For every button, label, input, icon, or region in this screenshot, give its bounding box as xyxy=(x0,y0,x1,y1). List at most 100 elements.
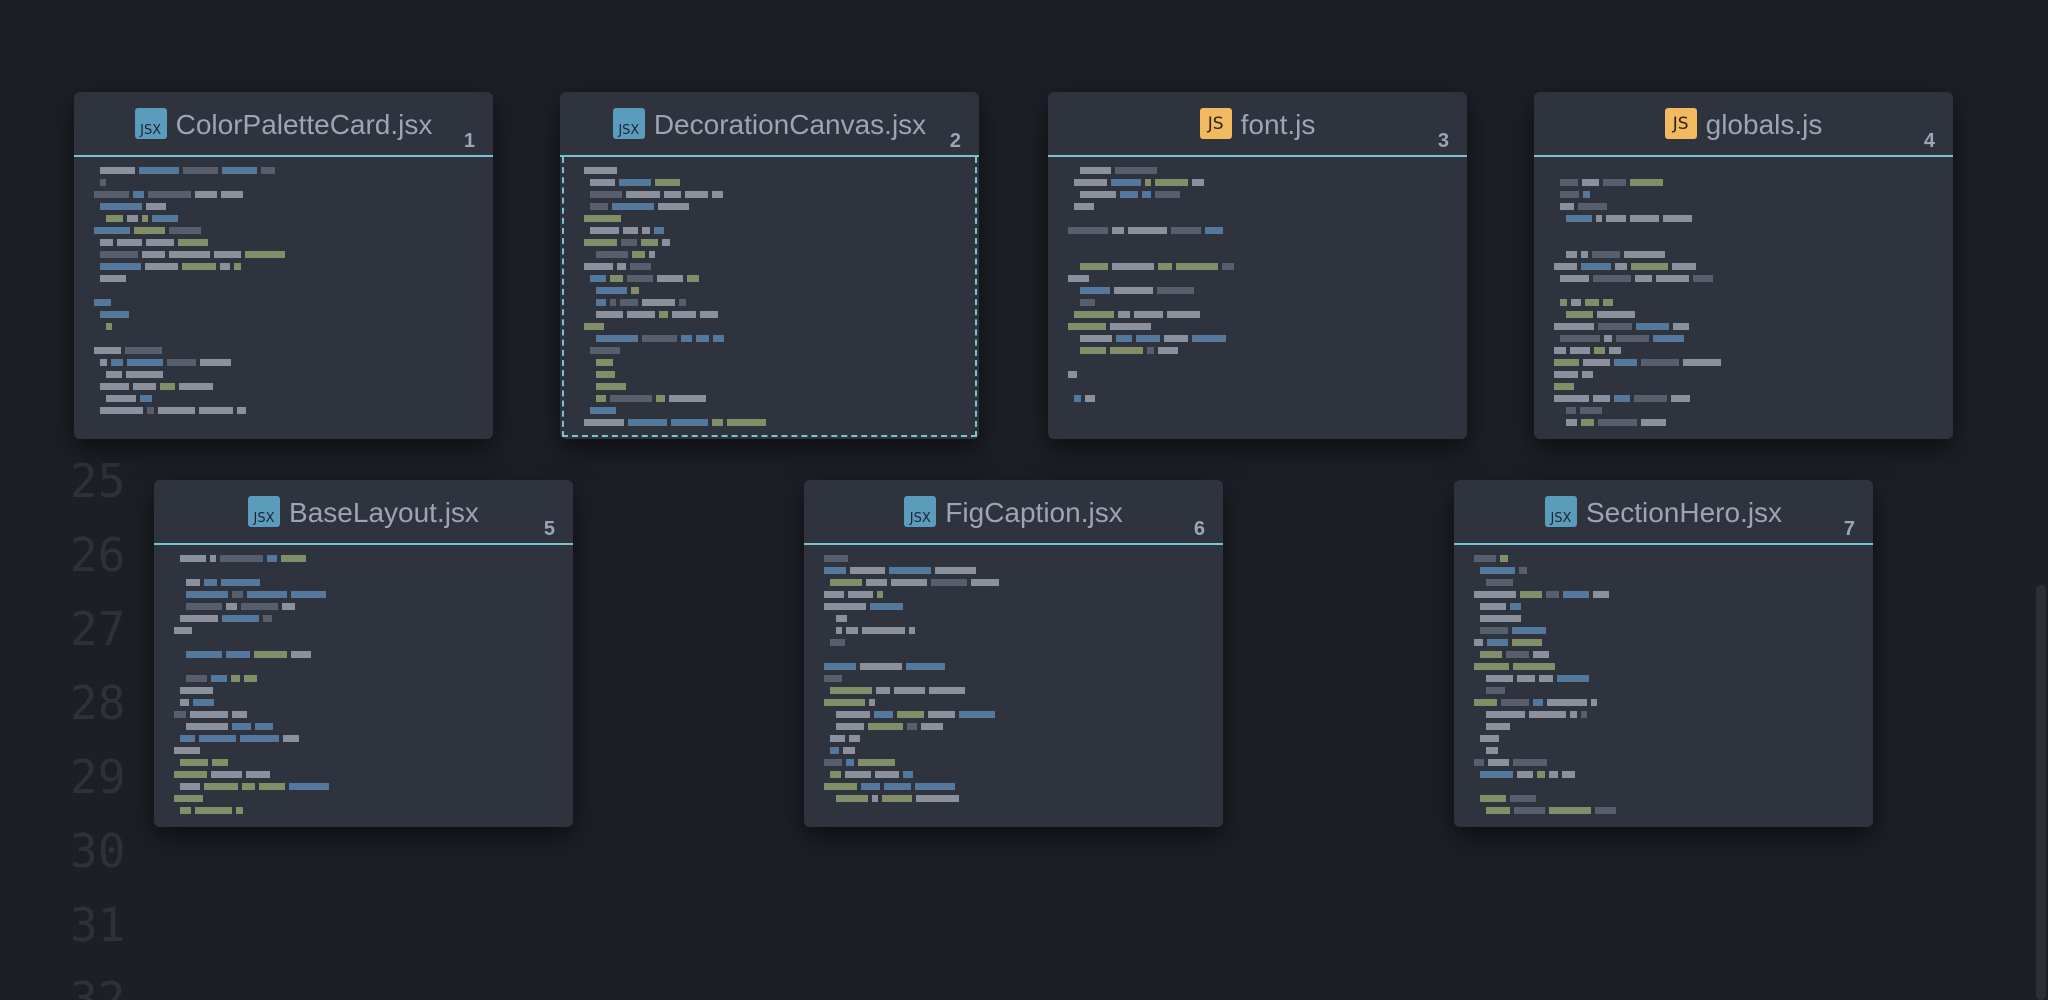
code-token xyxy=(1080,335,1112,342)
window-title: ColorPaletteCard.jsx xyxy=(175,108,433,140)
code-token xyxy=(1656,275,1689,282)
code-token xyxy=(631,287,639,294)
code-token xyxy=(169,251,210,258)
code-token xyxy=(199,735,236,742)
code-token xyxy=(590,227,619,234)
code-token xyxy=(626,191,660,198)
jsx-file-icon: JSX xyxy=(248,496,281,527)
code-token xyxy=(848,591,873,598)
code-token xyxy=(174,711,186,718)
code-token xyxy=(1582,371,1593,378)
code-token xyxy=(1115,167,1157,174)
code-token xyxy=(1474,591,1516,598)
code-token xyxy=(282,603,295,610)
code-token xyxy=(1480,627,1508,634)
code-token xyxy=(1593,395,1610,402)
code-token xyxy=(1566,251,1577,258)
code-token xyxy=(891,579,927,586)
code-token xyxy=(100,407,143,414)
code-token xyxy=(596,311,623,318)
code-token xyxy=(1631,263,1668,270)
code-token xyxy=(1112,227,1124,234)
code-token xyxy=(214,251,241,258)
code-token xyxy=(1158,263,1172,270)
code-token xyxy=(186,579,200,586)
code-token xyxy=(100,239,113,246)
code-token xyxy=(127,215,138,222)
window-number: 4 xyxy=(1923,130,1935,152)
code-token xyxy=(210,555,216,562)
code-token xyxy=(1672,263,1696,270)
code-token xyxy=(220,263,230,270)
code-token xyxy=(180,687,213,694)
code-token xyxy=(1176,263,1218,270)
code-token xyxy=(617,263,626,270)
code-token xyxy=(1614,395,1630,402)
code-token xyxy=(596,395,606,402)
jsx-file-icon: JSX xyxy=(134,108,167,139)
window-card-decorationcanvas[interactable]: JSX DecorationCanvas.jsx 2 xyxy=(560,92,979,439)
code-token xyxy=(1635,275,1652,282)
code-token xyxy=(1512,627,1546,634)
window-card-sectionhero[interactable]: JSX SectionHero.jsx 7 xyxy=(1454,480,1873,827)
code-token xyxy=(1192,335,1226,342)
vertical-scrollbar[interactable] xyxy=(2034,0,2048,1000)
code-token xyxy=(596,371,615,378)
code-token xyxy=(830,735,845,742)
code-token xyxy=(830,639,845,646)
code-token xyxy=(178,239,208,246)
code-token xyxy=(1486,687,1505,694)
code-token xyxy=(1554,383,1574,390)
line-number: 32 xyxy=(70,972,126,1000)
code-token xyxy=(696,335,709,342)
code-token xyxy=(876,687,890,694)
window-card-font[interactable]: JS font.js 3 xyxy=(1048,92,1467,439)
code-token xyxy=(1068,371,1077,378)
code-token xyxy=(1513,663,1555,670)
code-token xyxy=(180,807,191,814)
code-token xyxy=(1118,311,1130,318)
code-token xyxy=(1080,347,1106,354)
code-token xyxy=(174,771,207,778)
scrollbar-thumb[interactable] xyxy=(2036,585,2046,1000)
code-token xyxy=(1474,699,1497,706)
window-card-figcaption[interactable]: JSX FigCaption.jsx 6 xyxy=(804,480,1223,827)
window-title: SectionHero.jsx xyxy=(1585,496,1783,528)
window-card-colorpalettecard[interactable]: JSX ColorPaletteCard.jsx 1 xyxy=(74,92,493,439)
code-token xyxy=(1486,711,1525,718)
code-token xyxy=(1615,263,1627,270)
code-token xyxy=(179,383,213,390)
window-card-header: JSX DecorationCanvas.jsx 2 xyxy=(560,92,979,157)
code-token xyxy=(1147,347,1154,354)
window-number: 3 xyxy=(1437,130,1449,152)
window-card-header: JSX ColorPaletteCard.jsx 1 xyxy=(74,92,493,157)
window-overview: 25 26 27 28 29 30 31 32 JSX ColorPalette… xyxy=(0,0,2048,1000)
code-token xyxy=(1634,395,1667,402)
code-token xyxy=(1597,311,1635,318)
code-token xyxy=(846,627,858,634)
code-token xyxy=(1480,795,1506,802)
code-token xyxy=(1080,299,1095,306)
code-token xyxy=(642,227,650,234)
code-token xyxy=(1506,651,1529,658)
window-card-globals[interactable]: JS globals.js 4 xyxy=(1534,92,1953,439)
code-thumbnail xyxy=(154,545,573,827)
code-token xyxy=(1581,419,1594,426)
code-token xyxy=(836,615,847,622)
line-number: 27 xyxy=(70,602,126,656)
code-token xyxy=(935,567,976,574)
code-token xyxy=(180,783,200,790)
code-token xyxy=(254,651,287,658)
code-token xyxy=(658,203,689,210)
window-card-baselayout[interactable]: JSX BaseLayout.jsx 5 xyxy=(154,480,573,827)
code-token xyxy=(106,215,123,222)
code-token xyxy=(1554,263,1577,270)
code-token xyxy=(1486,579,1513,586)
code-token xyxy=(174,795,203,802)
code-token xyxy=(182,263,216,270)
code-token xyxy=(610,299,616,306)
code-token xyxy=(1480,771,1513,778)
code-preview-svg xyxy=(174,555,329,814)
code-token xyxy=(1517,771,1533,778)
code-token xyxy=(662,239,670,246)
